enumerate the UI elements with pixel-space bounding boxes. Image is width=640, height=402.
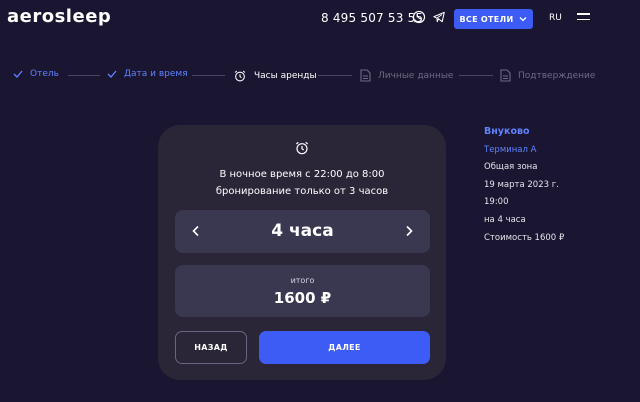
summary-terminal: Терминал А: [484, 144, 537, 155]
all-hotels-label: ВСЕ ОТЕЛИ: [459, 14, 514, 24]
booking-summary: Внуково Терминал А Общая зона 19 марта 2…: [484, 127, 634, 250]
all-hotels-button[interactable]: ВСЕ ОТЕЛИ: [454, 9, 533, 29]
language-selector[interactable]: RU: [549, 13, 562, 23]
step-label: Подтверждение: [518, 70, 596, 81]
check-icon: [107, 70, 117, 78]
night-time-notice: В ночное время с 22:00 до 8:00 бронирова…: [158, 166, 446, 200]
chevron-right-icon[interactable]: [402, 224, 416, 238]
step-divider: [459, 75, 493, 76]
step-label: Дата и время: [124, 69, 188, 79]
total-box: итого 1600 ₽: [175, 265, 430, 317]
document-icon: [360, 69, 371, 82]
phone-number[interactable]: 8 495 507 53 55: [321, 11, 423, 25]
alarm-clock-icon: [295, 141, 309, 155]
total-label: итого: [290, 276, 315, 285]
summary-airport: Внуково: [484, 126, 530, 137]
step-confirmation: Подтверждение: [500, 69, 595, 82]
summary-duration: на 4 часа: [484, 214, 526, 225]
alarm-clock-icon: [234, 70, 246, 82]
document-icon: [500, 69, 511, 82]
hours-selector: 4 часа: [175, 210, 430, 253]
summary-zone: Общая зона: [484, 162, 538, 173]
step-hotel[interactable]: Отель: [13, 69, 59, 79]
total-value: 1600 ₽: [273, 289, 332, 307]
check-icon: [13, 70, 23, 78]
hours-value: 4 часа: [271, 221, 334, 241]
menu-icon[interactable]: [577, 13, 590, 22]
step-divider: [318, 75, 352, 76]
step-divider: [68, 75, 100, 76]
step-label: Часы аренды: [254, 71, 317, 81]
step-label: Отель: [30, 69, 59, 79]
notice-line: В ночное время с 22:00 до 8:00: [219, 169, 385, 180]
summary-date: 19 марта 2023 г.: [484, 179, 559, 190]
summary-time: 19:00: [484, 197, 509, 208]
logo[interactable]: aerosleep: [7, 6, 111, 27]
step-date-time[interactable]: Дата и время: [107, 69, 188, 79]
chevron-down-icon: [520, 17, 527, 22]
step-label: Личные данные: [378, 70, 454, 81]
step-rental-hours[interactable]: Часы аренды: [233, 69, 317, 83]
notice-line: бронирование только от 3 часов: [215, 186, 389, 197]
whatsapp-icon[interactable]: [410, 8, 428, 26]
step-personal-data: Личные данные: [360, 69, 453, 82]
telegram-icon[interactable]: [430, 8, 448, 26]
back-button[interactable]: НАЗАД: [175, 331, 247, 364]
summary-cost: Стоимость 1600 ₽: [484, 232, 565, 243]
step-divider: [192, 75, 225, 76]
next-button[interactable]: ДАЛЕЕ: [259, 331, 430, 364]
